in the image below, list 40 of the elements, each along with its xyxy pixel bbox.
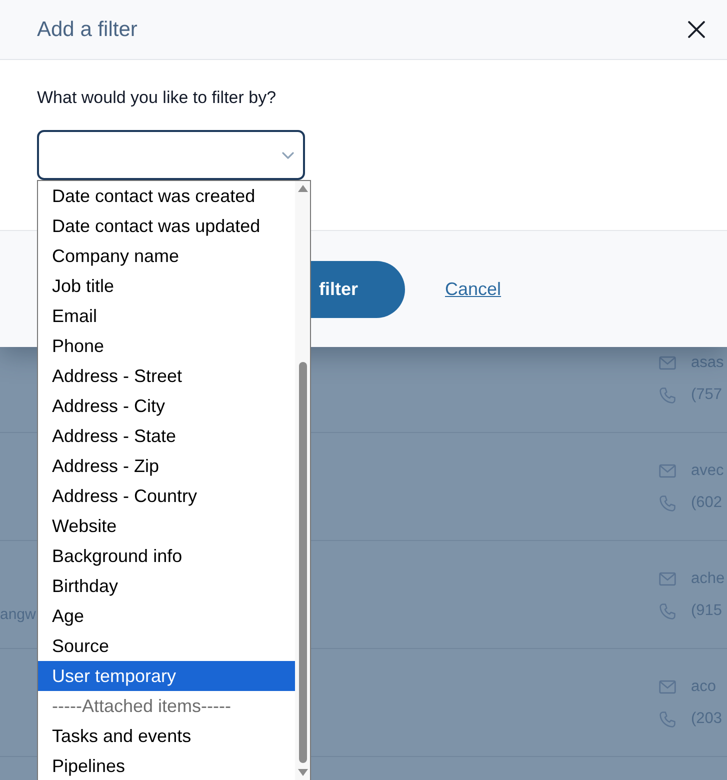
- filter-button[interactable]: filter: [311, 260, 405, 318]
- scroll-up-arrow-icon: [298, 185, 308, 192]
- close-icon: [688, 21, 704, 38]
- dropdown-option[interactable]: Birthday: [38, 571, 295, 601]
- phone-icon: [659, 602, 676, 620]
- phone-icon: [659, 494, 676, 512]
- close-button[interactable]: [687, 20, 705, 38]
- envelope-icon: [659, 464, 676, 478]
- dropdown-option[interactable]: Phone: [38, 331, 295, 361]
- phone-icon: [659, 710, 676, 728]
- dropdown-option[interactable]: Job title: [38, 271, 295, 301]
- dropdown-option[interactable]: Website: [38, 511, 295, 541]
- cancel-link[interactable]: Cancel: [445, 276, 502, 302]
- dropdown-option[interactable]: Email: [38, 301, 295, 331]
- dropdown-option[interactable]: Age: [38, 601, 295, 631]
- envelope-icon: [659, 572, 676, 586]
- dropdown-option[interactable]: Date contact was created: [38, 181, 295, 211]
- scroll-down-arrow-icon: [298, 769, 308, 776]
- dropdown-option[interactable]: Address - State: [38, 421, 295, 451]
- dropdown-option[interactable]: Tasks and events: [38, 721, 295, 751]
- dropdown-option[interactable]: User temporary: [38, 661, 295, 691]
- dropdown-option[interactable]: Date contact was updated: [38, 211, 295, 241]
- dropdown-option[interactable]: Pipelines: [38, 751, 295, 780]
- phone-icon: [659, 386, 676, 404]
- dropdown-separator: -----Attached items-----: [51, 695, 232, 718]
- dropdown-option[interactable]: Company name: [38, 241, 295, 271]
- filter-select[interactable]: [37, 130, 305, 180]
- envelope-icon: [659, 680, 676, 694]
- envelope-icon: [659, 356, 676, 370]
- dropdown-option[interactable]: Source: [38, 631, 295, 661]
- dropdown-option[interactable]: Address - Zip: [38, 451, 295, 481]
- dialog-title: Add a filter: [37, 16, 138, 42]
- dropdown-option[interactable]: Address - Country: [38, 481, 295, 511]
- dropdown-option[interactable]: Background info: [38, 541, 295, 571]
- dropdown-option[interactable]: Address - City: [38, 391, 295, 421]
- dropdown-option[interactable]: Address - Street: [38, 361, 295, 391]
- filter-prompt: What would you like to filter by?: [37, 87, 276, 109]
- scrollbar-thumb[interactable]: [298, 362, 306, 763]
- chevron-down-icon: [282, 152, 294, 158]
- scrollbar[interactable]: [295, 181, 310, 780]
